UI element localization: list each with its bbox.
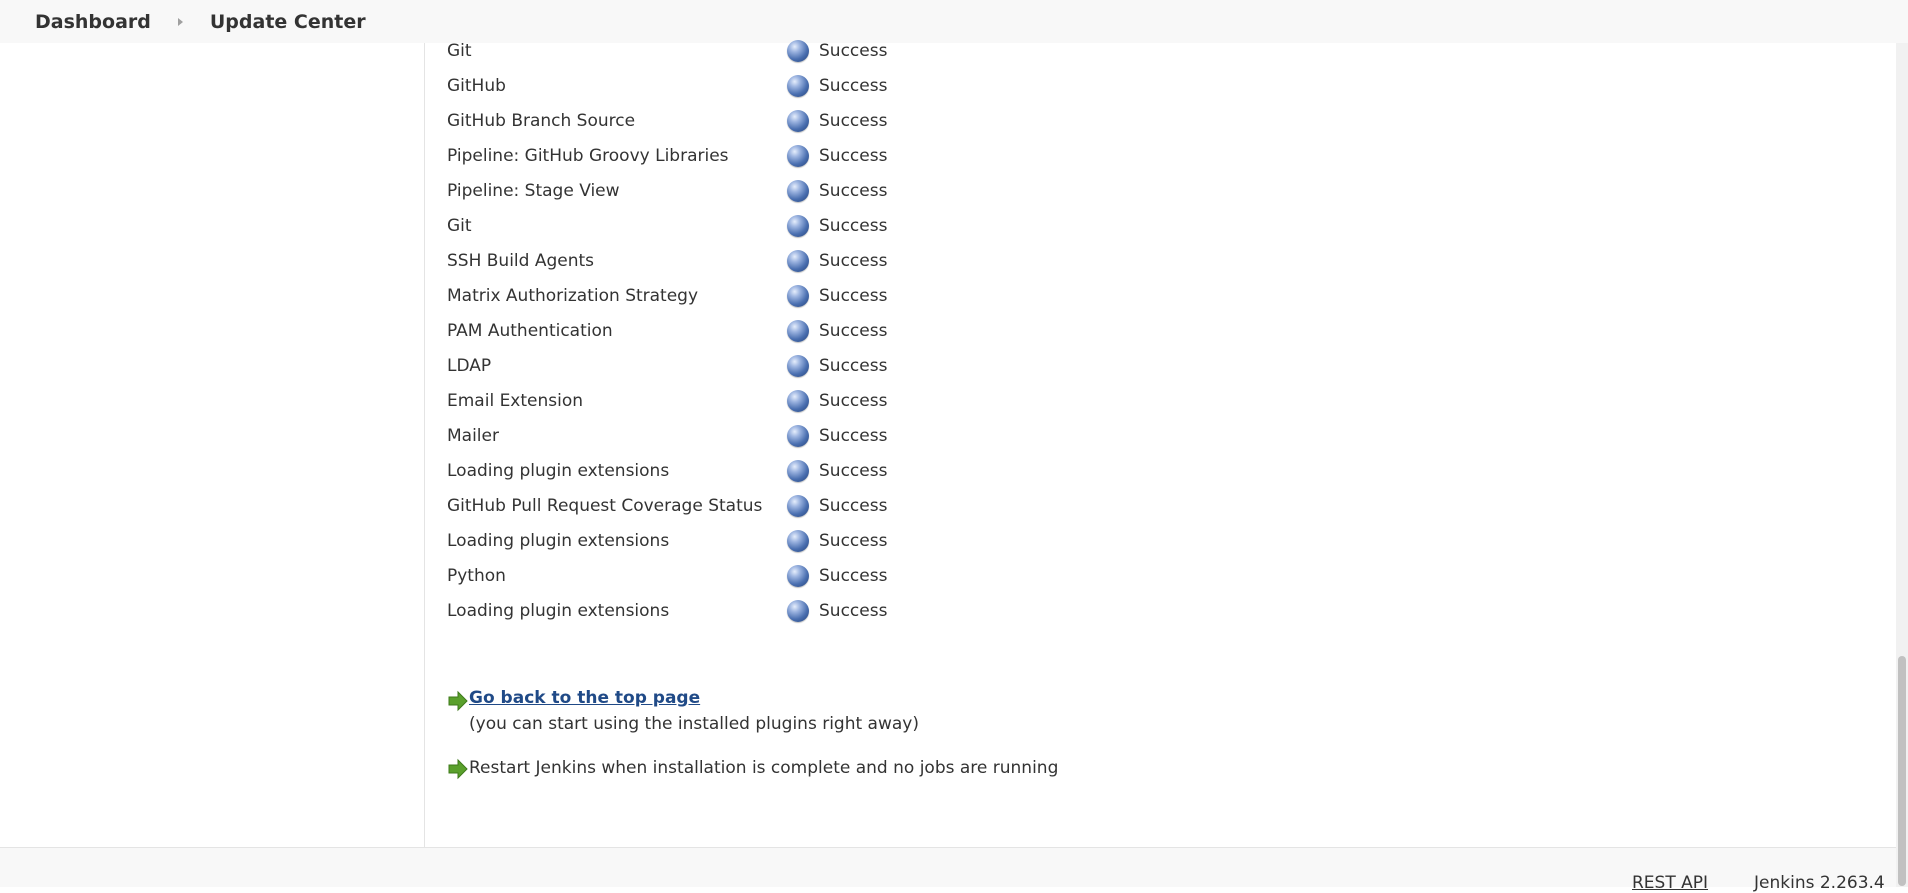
plugin-row: LDAP Success (447, 349, 1047, 384)
blue-ball-icon (787, 250, 809, 272)
jenkins-version[interactable]: Jenkins 2.263.4 (1754, 873, 1885, 893)
go-back-top-page-link[interactable]: Go back to the top page (469, 688, 700, 708)
blue-ball-icon (787, 460, 809, 482)
blue-ball-icon (787, 530, 809, 552)
plugin-row: Pipeline: Stage View Success (447, 174, 1047, 209)
plugin-row: Git Success (447, 209, 1047, 244)
plugin-row: Pipeline: GitHub Groovy Libraries Success (447, 139, 1047, 174)
side-panel (0, 43, 425, 847)
plugin-status: Success (819, 356, 888, 376)
breadcrumb-dashboard[interactable]: Dashboard (35, 11, 151, 33)
plugin-status: Success (819, 531, 888, 551)
blue-ball-icon (787, 215, 809, 237)
plugin-status: Success (819, 181, 888, 201)
green-arrow-icon (448, 758, 468, 780)
plugin-name: PAM Authentication (447, 321, 613, 341)
blue-ball-icon (787, 180, 809, 202)
plugin-status: Success (819, 146, 888, 166)
plugin-row: Matrix Authorization Strategy Success (447, 279, 1047, 314)
scrollbar-thumb[interactable] (1898, 656, 1906, 886)
plugin-row: Python Success (447, 559, 1047, 594)
plugin-name: Pipeline: Stage View (447, 181, 620, 201)
plugin-name: Git (447, 41, 472, 61)
plugin-name: LDAP (447, 356, 492, 376)
plugin-status: Success (819, 601, 888, 621)
chevron-right-icon (177, 17, 183, 26)
blue-ball-icon (787, 110, 809, 132)
plugin-name: Pipeline: GitHub Groovy Libraries (447, 146, 729, 166)
plugin-name: GitHub Pull Request Coverage Status (447, 496, 763, 516)
plugin-row: Email Extension Success (447, 384, 1047, 419)
breadcrumb-update-center[interactable]: Update Center (210, 11, 366, 33)
plugin-row: GitHub Pull Request Coverage Status Succe… (447, 489, 1047, 524)
plugin-row: SSH Build Agents Success (447, 244, 1047, 279)
plugin-status: Success (819, 286, 888, 306)
plugin-name: SSH Build Agents (447, 251, 595, 271)
plugin-row: Loading plugin extensions Success (447, 524, 1047, 559)
footer: REST API Jenkins 2.263.4 (0, 847, 1908, 893)
blue-ball-icon (787, 565, 809, 587)
plugin-row: GitHub Success (447, 69, 1047, 104)
plugin-name: Python (447, 566, 506, 586)
blue-ball-icon (787, 390, 809, 412)
plugin-name: Loading plugin extensions (447, 601, 670, 621)
plugin-status: Success (819, 251, 888, 271)
blue-ball-icon (787, 425, 809, 447)
plugin-name: GitHub Branch Source (447, 111, 636, 131)
vertical-scrollbar[interactable] (1896, 43, 1908, 887)
blue-ball-icon (787, 145, 809, 167)
go-back-note: (you can start using the installed plugi… (469, 714, 919, 734)
plugin-status: Success (819, 111, 888, 131)
blue-ball-icon (787, 355, 809, 377)
plugin-status: Success (819, 461, 888, 481)
plugin-status: Success (819, 41, 888, 61)
plugin-row: GitHub Branch Source Success (447, 104, 1047, 139)
plugin-name: GitHub (447, 76, 506, 96)
plugin-row: Mailer Success (447, 419, 1047, 454)
plugin-status: Success (819, 216, 888, 236)
plugin-status: Success (819, 496, 888, 516)
plugin-name: Email Extension (447, 391, 584, 411)
plugin-status: Success (819, 566, 888, 586)
plugin-name: Loading plugin extensions (447, 461, 670, 481)
plugin-name: Loading plugin extensions (447, 531, 670, 551)
blue-ball-icon (787, 600, 809, 622)
plugin-row: Git Success (447, 34, 1047, 69)
plugin-status: Success (819, 321, 888, 341)
plugin-name: Mailer (447, 426, 499, 446)
plugin-row: Loading plugin extensions Success (447, 454, 1047, 489)
blue-ball-icon (787, 75, 809, 97)
plugin-status: Success (819, 391, 888, 411)
rest-api-link[interactable]: REST API (1632, 873, 1708, 893)
blue-ball-icon (787, 285, 809, 307)
plugin-name: Git (447, 216, 472, 236)
blue-ball-icon (787, 40, 809, 62)
blue-ball-icon (787, 495, 809, 517)
plugin-row: PAM Authentication Success (447, 314, 1047, 349)
blue-ball-icon (787, 320, 809, 342)
green-arrow-icon (448, 690, 468, 712)
restart-jenkins-text[interactable]: Restart Jenkins when installation is com… (469, 758, 1058, 778)
plugin-status: Success (819, 76, 888, 96)
plugin-row: Loading plugin extensions Success (447, 594, 1047, 629)
plugin-name: Matrix Authorization Strategy (447, 286, 699, 306)
plugin-status: Success (819, 426, 888, 446)
